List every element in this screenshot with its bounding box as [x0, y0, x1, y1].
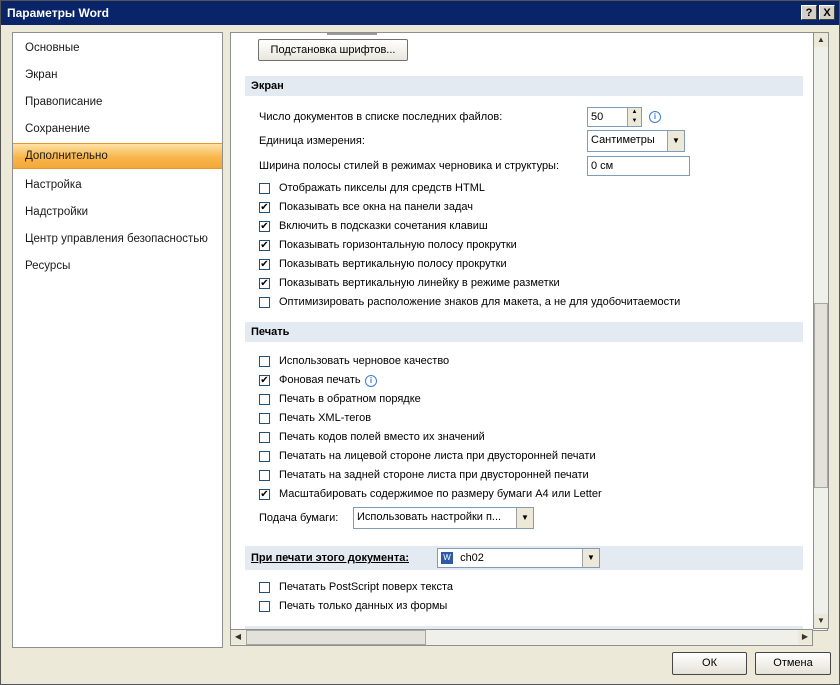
- scroll-down-icon[interactable]: ▼: [814, 614, 828, 628]
- info-icon: i: [649, 111, 661, 123]
- horizontal-scrollbar[interactable]: ◀ ▶: [230, 629, 813, 646]
- option-label: Показывать все окна на панели задач: [279, 201, 473, 213]
- chevron-down-icon[interactable]: ▼: [582, 549, 599, 567]
- checkbox[interactable]: ✔: [259, 221, 270, 232]
- cancel-button[interactable]: Отмена: [755, 652, 831, 675]
- units-value: Сантиметры: [591, 134, 655, 146]
- help-button[interactable]: ?: [801, 5, 817, 20]
- scroll-right-icon[interactable]: ▶: [798, 630, 812, 644]
- close-button[interactable]: X: [819, 5, 835, 20]
- units-dropdown[interactable]: Сантиметры ▼: [587, 130, 685, 152]
- checkbox[interactable]: [259, 297, 270, 308]
- checkbox[interactable]: ✔: [259, 259, 270, 270]
- option-label: Печатать на лицевой стороне листа при дв…: [279, 450, 596, 462]
- section-header-screen: Экран: [245, 76, 803, 96]
- checkbox[interactable]: ✔: [259, 278, 270, 289]
- option-label: Включить в подсказки сочетания клавиш: [279, 220, 488, 232]
- sidebar-item-trust-center[interactable]: Центр управления безопасностью: [13, 228, 222, 250]
- style-width-input[interactable]: 0 см: [587, 156, 690, 176]
- scroll-thumb[interactable]: [246, 630, 426, 645]
- paper-feed-label: Подача бумаги:: [259, 512, 339, 524]
- checkbox[interactable]: ✔: [259, 489, 270, 500]
- options-content: Подстановка шрифтов... Экран Число докум…: [230, 32, 828, 631]
- title-bar: Параметры Word ? X: [1, 1, 839, 25]
- document-value: ch02: [460, 552, 484, 564]
- sidebar: Основные Экран Правописание Сохранение Д…: [12, 32, 223, 648]
- checkbox[interactable]: [259, 582, 270, 593]
- document-dropdown[interactable]: W ch02 ▼: [437, 548, 600, 568]
- sidebar-item-proofing[interactable]: Правописание: [13, 91, 222, 113]
- info-icon: i: [365, 375, 377, 387]
- option-label: Использовать черновое качество: [279, 355, 450, 367]
- checkbox[interactable]: [259, 356, 270, 367]
- option-label: Печатать PostScript поверх текста: [279, 581, 454, 593]
- option-label: Оптимизировать расположение знаков для м…: [279, 296, 681, 308]
- option-label: Масштабировать содержимое по размеру бум…: [279, 488, 602, 500]
- partial-control: [327, 33, 377, 35]
- option-label: Печатать на задней стороне листа при дву…: [279, 469, 589, 481]
- recent-docs-spinner[interactable]: 50 ▲ ▼: [587, 107, 642, 127]
- sidebar-item-general[interactable]: Основные: [13, 37, 222, 59]
- doc-print-title: При печати этого документа:: [251, 552, 409, 564]
- ok-button[interactable]: ОК: [672, 652, 747, 675]
- checkbox[interactable]: ✔: [259, 240, 270, 251]
- scroll-thumb[interactable]: [814, 303, 828, 488]
- units-label: Единица измерения:: [259, 135, 365, 147]
- recent-docs-value: 50: [591, 111, 604, 123]
- checkbox[interactable]: [259, 601, 270, 612]
- sidebar-item-advanced[interactable]: Дополнительно: [13, 143, 222, 169]
- paper-feed-value: Использовать настройки п...: [357, 511, 502, 523]
- scroll-left-icon[interactable]: ◀: [231, 630, 245, 644]
- vertical-scrollbar[interactable]: ▲ ▼: [813, 32, 829, 629]
- checkbox[interactable]: [259, 451, 270, 462]
- option-label: Показывать вертикальную линейку в режиме…: [279, 277, 560, 289]
- option-label: Фоновая печать: [279, 374, 361, 386]
- recent-docs-label: Число документов в списке последних файл…: [259, 111, 503, 123]
- sidebar-item-display[interactable]: Экран: [13, 64, 222, 86]
- option-label: Печать в обратном порядке: [279, 393, 421, 405]
- style-width-value: 0 см: [591, 160, 614, 172]
- spin-up-icon[interactable]: ▲: [628, 108, 641, 117]
- section-header-print: Печать: [245, 322, 803, 342]
- window-title: Параметры Word: [7, 6, 109, 20]
- paper-feed-dropdown[interactable]: Использовать настройки п... ▼: [353, 507, 534, 529]
- scroll-up-icon[interactable]: ▲: [814, 33, 828, 47]
- spin-down-icon[interactable]: ▼: [628, 117, 641, 126]
- option-label: Печать только данных из формы: [279, 600, 448, 612]
- option-label: Показывать вертикальную полосу прокрутки: [279, 258, 507, 270]
- sidebar-item-addins[interactable]: Надстройки: [13, 201, 222, 223]
- sidebar-item-customize[interactable]: Настройка: [13, 174, 222, 196]
- checkbox[interactable]: [259, 470, 270, 481]
- chevron-down-icon[interactable]: ▼: [516, 508, 533, 528]
- option-label: Печать кодов полей вместо их значений: [279, 431, 485, 443]
- checkbox[interactable]: [259, 394, 270, 405]
- font-substitution-button[interactable]: Подстановка шрифтов...: [258, 39, 408, 61]
- options-dialog: Параметры Word ? X Основные Экран Правоп…: [0, 0, 840, 685]
- checkbox[interactable]: ✔: [259, 375, 270, 386]
- checkbox[interactable]: ✔: [259, 202, 270, 213]
- sidebar-item-save[interactable]: Сохранение: [13, 118, 222, 140]
- checkbox[interactable]: [259, 413, 270, 424]
- option-label: Показывать горизонтальную полосу прокрут…: [279, 239, 517, 251]
- sidebar-item-resources[interactable]: Ресурсы: [13, 255, 222, 277]
- style-width-label: Ширина полосы стилей в режимах черновика…: [259, 160, 560, 172]
- option-label: Отображать пикселы для средств HTML: [279, 182, 485, 194]
- option-label: Печать XML-тегов: [279, 412, 372, 424]
- word-doc-icon: W: [441, 552, 453, 565]
- chevron-down-icon[interactable]: ▼: [667, 131, 684, 151]
- checkbox[interactable]: [259, 432, 270, 443]
- checkbox[interactable]: [259, 183, 270, 194]
